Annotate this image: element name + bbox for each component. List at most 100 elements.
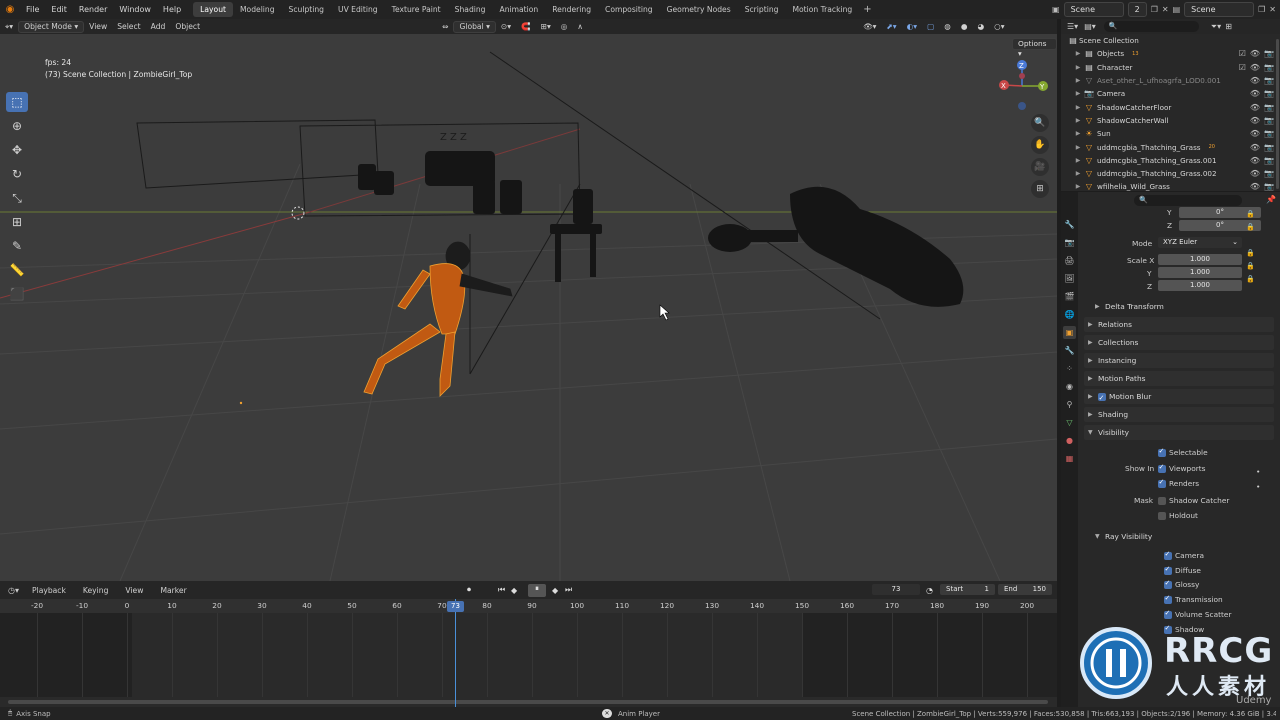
move-tool-icon[interactable]: ✥ <box>6 140 28 160</box>
render-camera-icon[interactable]: 📷 <box>1264 143 1274 152</box>
motion-blur-check-icon[interactable] <box>1098 391 1106 406</box>
current-frame-field[interactable]: 73 <box>872 584 920 595</box>
holdout-checkbox[interactable]: Holdout <box>1158 511 1198 520</box>
ray-volume-scatter-checkbox[interactable]: Volume Scatter <box>1164 609 1232 619</box>
render-camera-icon[interactable]: 📷 <box>1264 156 1274 165</box>
panel-shading[interactable]: ▶ Shading <box>1084 407 1274 422</box>
render-camera-icon[interactable]: 📷 <box>1264 182 1274 191</box>
tab-sculpting[interactable]: Sculpting <box>282 2 331 17</box>
3d-cursor[interactable] <box>291 206 305 220</box>
outliner-editor-icon[interactable]: ☰▾ <box>1061 22 1084 31</box>
tab-rendering[interactable]: Rendering <box>545 2 598 17</box>
tab-shading[interactable]: Shading <box>448 2 493 17</box>
outliner-scrollbar[interactable] <box>1276 39 1279 189</box>
visibility-icon[interactable]: 👁▾ <box>858 22 881 31</box>
scale-y-field[interactable]: 1.000 <box>1158 267 1242 278</box>
zombie-girl-wireframe[interactable] <box>363 241 513 397</box>
filter-icon[interactable]: ⏷▾ <box>1211 22 1221 32</box>
particles-tab-icon[interactable]: ⁘ <box>1063 362 1076 375</box>
close-layer-icon[interactable]: ✕ <box>1269 5 1276 14</box>
falloff-icon[interactable]: ∧ <box>572 22 588 31</box>
outliner-item[interactable]: ▶ ▽ ShadowCatcherFloor 👁 📷 <box>1061 100 1280 113</box>
end-frame-field[interactable]: End 150 <box>998 584 1052 595</box>
texture-tab-icon[interactable]: ▦ <box>1063 452 1076 465</box>
timeline-menu-view[interactable]: View <box>120 586 155 595</box>
outliner-root[interactable]: ▤ Scene Collection <box>1061 34 1280 47</box>
proportional-edit-icon[interactable]: ◎ <box>556 22 573 31</box>
tab-animation[interactable]: Animation <box>493 2 546 17</box>
expand-arrow-icon[interactable]: ▶ <box>1073 77 1083 84</box>
frame-ruler[interactable]: -20 -10 0 10 20 30 40 50 60 70 80 90 100 110 120 130 140… <box>0 599 1057 613</box>
tab-compositing[interactable]: Compositing <box>598 2 660 17</box>
timeline-menu-playback[interactable]: Playback <box>27 586 78 595</box>
renders-checkbox[interactable]: Renders <box>1158 478 1199 488</box>
expand-arrow-icon[interactable]: ▶ <box>1073 104 1083 111</box>
eye-icon[interactable]: 👁 <box>1250 63 1260 72</box>
scale-z-field[interactable]: 1.000 <box>1158 280 1242 291</box>
jump-start-icon[interactable]: ⏮ <box>498 585 505 595</box>
viewports-checkbox[interactable]: Viewports <box>1158 463 1206 473</box>
camera-view-icon[interactable]: 🎥 <box>1031 158 1049 176</box>
panel-motion-paths[interactable]: ▶ Motion Paths <box>1084 371 1274 386</box>
timeline-menu-marker[interactable]: Marker <box>155 586 198 595</box>
material-tab-icon[interactable]: ● <box>1063 434 1076 447</box>
scale-x-field[interactable]: 1.000 <box>1158 254 1242 265</box>
scene-selector[interactable]: Scene <box>1063 2 1124 17</box>
menu-render[interactable]: Render <box>73 5 113 14</box>
timeline-editor-icon[interactable]: ◷▾ <box>0 586 27 595</box>
ray-transmission-checkbox[interactable]: Transmission <box>1164 594 1223 605</box>
expand-arrow-icon[interactable]: ▶ <box>1073 117 1083 124</box>
prev-keyframe-icon[interactable]: ◆ <box>511 586 517 595</box>
pin-icon[interactable]: 📌 <box>1266 195 1276 204</box>
pan-hand-icon[interactable]: ✋ <box>1031 136 1049 154</box>
tool-tab-icon[interactable]: 🔧 <box>1063 218 1076 231</box>
outliner-item[interactable]: ▶ ▽ uddmcgbia_Thatching_Grass.002 👁 📷 <box>1061 167 1280 180</box>
transform-tool-icon[interactable]: ⊞ <box>6 212 28 232</box>
record-button-icon[interactable]: ⏺ <box>467 585 471 595</box>
eye-icon[interactable]: 👁 <box>1250 182 1260 191</box>
overlays-icon[interactable]: ◐▾ <box>902 22 922 31</box>
ray-camera-checkbox[interactable]: Camera <box>1164 550 1204 560</box>
eye-icon[interactable]: 👁 <box>1250 156 1260 165</box>
view-layer-icon[interactable]: ▤ <box>1173 5 1181 14</box>
eye-icon[interactable]: 👁 <box>1250 49 1260 58</box>
data-tab-icon[interactable]: ▽ <box>1063 416 1076 429</box>
annotate-tool-icon[interactable]: ✎ <box>6 236 28 256</box>
shading-rendered-icon[interactable]: ○▾ <box>989 22 1009 31</box>
render-camera-icon[interactable]: 📷 <box>1264 89 1274 98</box>
transform-orientation-icon[interactable]: ⇔ <box>437 22 453 31</box>
playhead-label[interactable]: 73 <box>447 601 464 612</box>
eye-icon[interactable]: 👁 <box>1250 116 1260 125</box>
copy-layer-icon[interactable]: ❐ <box>1258 5 1265 14</box>
add-workspace-button[interactable]: + <box>859 4 875 15</box>
editor-type-icon[interactable]: ⌖▾ <box>0 22 18 32</box>
tab-texture-paint[interactable]: Texture Paint <box>385 2 448 17</box>
new-collection-icon[interactable]: ⊞ <box>1225 22 1232 31</box>
snap-icon[interactable]: 🧲 <box>516 22 535 31</box>
navigation-gizmo[interactable]: Z Y X <box>994 56 1054 116</box>
expand-arrow-icon[interactable]: ▶ <box>1073 90 1083 97</box>
pause-icon[interactable]: ⏸ <box>528 583 546 597</box>
expand-arrow-icon[interactable]: ▶ <box>1073 157 1083 164</box>
render-camera-icon[interactable]: 📷 <box>1264 49 1274 58</box>
viewport-menu-select[interactable]: Select <box>112 22 145 31</box>
eye-icon[interactable]: 👁 <box>1250 129 1260 138</box>
render-camera-icon[interactable]: 📷 <box>1264 76 1274 85</box>
ortho-grid-icon[interactable]: ⊞ <box>1031 180 1049 198</box>
expand-arrow-icon[interactable]: ▶ <box>1073 144 1083 151</box>
blender-logo-icon[interactable]: ◉ <box>0 4 20 15</box>
cursor-tool-icon[interactable]: ⊕ <box>6 116 28 136</box>
view-layer-tab-icon[interactable]: 🖼 <box>1063 272 1076 285</box>
display-mode-icon[interactable]: ▤▾ <box>1084 22 1096 31</box>
scene-users-count[interactable]: 2 <box>1127 2 1147 17</box>
exclude-checkbox-icon[interactable]: ☑ <box>1239 49 1246 58</box>
expand-arrow-icon[interactable]: ▶ <box>1073 183 1083 190</box>
tab-layout[interactable]: Layout <box>193 2 233 17</box>
xray-icon[interactable]: ▢ <box>922 22 939 31</box>
render-camera-icon[interactable]: 📷 <box>1264 63 1274 72</box>
options-dropdown[interactable]: Options ▾ <box>1012 38 1057 58</box>
snap-target-icon[interactable]: ⊞▾ <box>536 22 556 31</box>
panel-relations[interactable]: ▶ Relations <box>1084 317 1274 332</box>
outliner-item[interactable]: ▶ ▽ ShadowCatcherWall 👁 📷 <box>1061 114 1280 127</box>
render-camera-icon[interactable]: 📷 <box>1264 103 1274 112</box>
